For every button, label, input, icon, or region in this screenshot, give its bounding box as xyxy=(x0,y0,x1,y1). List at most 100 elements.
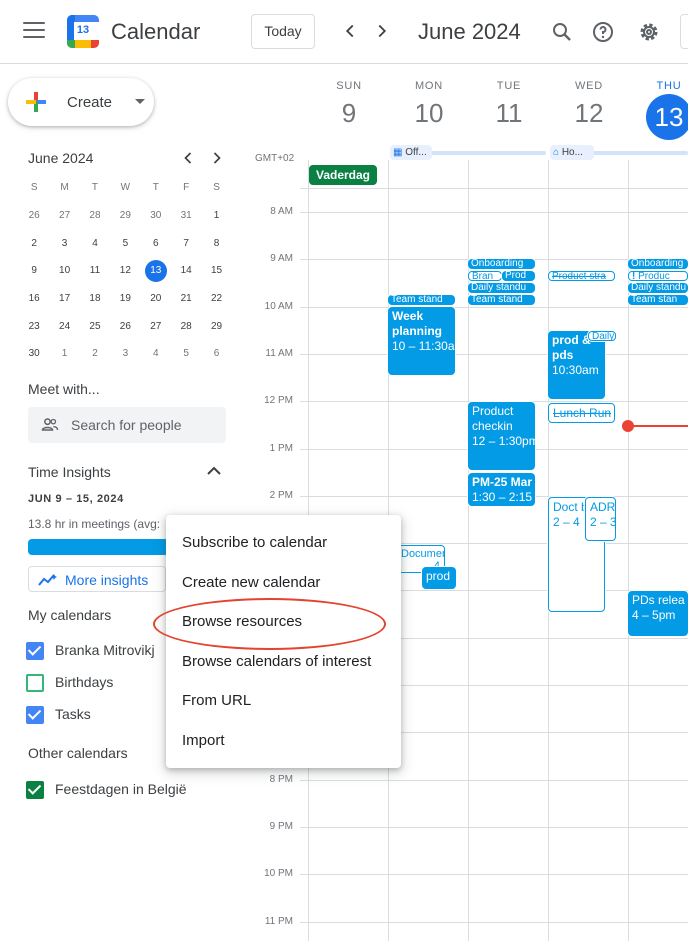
mini-calendar-day[interactable]: 10 xyxy=(49,257,79,285)
search-icon[interactable] xyxy=(550,20,574,44)
mini-calendar-day[interactable]: 5 xyxy=(171,340,201,368)
mini-calendar-day[interactable]: 27 xyxy=(49,202,79,230)
event-product-strategy[interactable]: Product stra xyxy=(548,271,615,281)
all-day-event-vaderdag[interactable]: Vaderdag xyxy=(309,165,377,185)
day-header-tue[interactable]: TUE 11 xyxy=(469,80,549,129)
event-lunch-run[interactable]: Lunch Run xyxy=(548,403,615,423)
mini-calendar-day[interactable]: 11 xyxy=(80,257,110,285)
mini-calendar-day[interactable]: 17 xyxy=(49,285,79,313)
next-period-icon[interactable] xyxy=(371,20,393,42)
create-button[interactable]: Create xyxy=(8,78,154,126)
mini-calendar-day[interactable]: 14 xyxy=(171,257,201,285)
mini-calendar-day[interactable]: 28 xyxy=(80,202,110,230)
mini-calendar-day[interactable]: 26 xyxy=(19,202,49,230)
previous-period-icon[interactable] xyxy=(339,20,361,42)
event-pds-release[interactable]: PDs relea 4 – 5pm xyxy=(628,591,688,636)
menu-item-subscribe[interactable]: Subscribe to calendar xyxy=(166,523,401,563)
more-insights-button[interactable]: More insights xyxy=(28,566,166,592)
mini-calendar-day[interactable]: 9 xyxy=(19,257,49,285)
menu-item-import[interactable]: Import xyxy=(166,721,401,761)
mini-calendar-day[interactable]: 25 xyxy=(80,312,110,340)
day-header-mon[interactable]: MON 10 xyxy=(389,80,469,129)
mini-calendar-day[interactable]: 27 xyxy=(141,312,171,340)
mini-calendar-day[interactable]: 22 xyxy=(201,285,231,313)
mini-calendar-day[interactable]: 6 xyxy=(141,229,171,257)
mini-calendar-day[interactable]: 30 xyxy=(19,340,49,368)
mini-calendar-day[interactable]: 24 xyxy=(49,312,79,340)
event-daily-standup-thu[interactable]: Daily standu xyxy=(628,283,688,293)
mini-calendar-day[interactable]: 4 xyxy=(80,229,110,257)
menu-item-create-new-calendar[interactable]: Create new calendar xyxy=(166,563,401,603)
mini-calendar-day[interactable]: 31 xyxy=(171,202,201,230)
checkbox-checked-icon[interactable] xyxy=(26,781,44,799)
event-onboarding-thu[interactable]: Onboarding xyxy=(628,259,688,269)
event-adr[interactable]: ADR 2 – 3 xyxy=(585,497,616,541)
checkbox-unchecked-icon[interactable] xyxy=(26,674,44,692)
mini-calendar-day[interactable]: 21 xyxy=(171,285,201,313)
event-daily-wed[interactable]: Daily xyxy=(588,331,616,341)
mini-calendar-day[interactable]: 3 xyxy=(110,340,140,368)
menu-item-from-url[interactable]: From URL xyxy=(166,681,401,721)
alert-icon: ! xyxy=(632,271,636,281)
today-button[interactable]: Today xyxy=(251,14,315,49)
calendar-item-tasks[interactable]: Tasks xyxy=(26,705,176,725)
mini-calendar-day[interactable]: 3 xyxy=(49,229,79,257)
mini-calendar-day[interactable]: 29 xyxy=(110,202,140,230)
calendar-item-feestdagen[interactable]: Feestdagen in België xyxy=(26,780,187,800)
mini-calendar-day[interactable]: 5 xyxy=(110,229,140,257)
mini-calendar-day[interactable]: 2 xyxy=(80,340,110,368)
calendar-item-birthdays[interactable]: Birthdays xyxy=(26,673,176,693)
mini-calendar-day[interactable]: 4 xyxy=(141,340,171,368)
mini-calendar-day[interactable]: 30 xyxy=(141,202,171,230)
mini-calendar-day[interactable]: 28 xyxy=(171,312,201,340)
mini-calendar-day[interactable]: 2 xyxy=(19,229,49,257)
all-day-chip-wed[interactable]: ⌂ Ho... xyxy=(550,145,594,160)
all-day-chip-mon[interactable]: ▦ Off... xyxy=(390,145,432,160)
menu-icon[interactable] xyxy=(23,22,45,40)
event-product-thu[interactable]: ! Produc xyxy=(628,271,688,281)
help-icon[interactable] xyxy=(591,20,615,44)
mini-calendar-day[interactable]: 1 xyxy=(201,202,231,230)
menu-item-browse-resources[interactable]: Browse resources xyxy=(166,602,401,642)
event-onboarding-tue[interactable]: Onboarding xyxy=(468,259,535,269)
event-team-standup-tue[interactable]: Team stand xyxy=(468,295,535,305)
menu-item-browse-interest[interactable]: Browse calendars of interest xyxy=(166,642,401,682)
time-insights-meetings: 13.8 hr in meetings (avg: xyxy=(28,517,161,531)
mini-previous-month-icon[interactable] xyxy=(178,148,198,168)
event-bran-tue[interactable]: Bran xyxy=(468,271,502,281)
mini-calendar-day[interactable]: 26 xyxy=(110,312,140,340)
mini-calendar-day[interactable]: 20 xyxy=(141,285,171,313)
mini-calendar-day[interactable]: 15 xyxy=(201,257,231,285)
mini-calendar-day[interactable]: 1 xyxy=(49,340,79,368)
day-header-thu[interactable]: THU 13 xyxy=(629,80,688,140)
mini-calendar-day[interactable]: 18 xyxy=(80,285,110,313)
event-product-checkin[interactable]: Product checkin 12 – 1:30pm xyxy=(468,402,535,470)
mini-next-month-icon[interactable] xyxy=(207,148,227,168)
checkbox-checked-icon[interactable] xyxy=(26,706,44,724)
mini-calendar-day[interactable]: 12 xyxy=(110,257,140,285)
event-prod-tue[interactable]: Prod xyxy=(502,271,535,281)
search-people-input[interactable]: Search for people xyxy=(28,407,226,443)
mini-calendar-day[interactable]: 13 xyxy=(141,257,171,285)
checkbox-checked-icon[interactable] xyxy=(26,642,44,660)
event-pm-25[interactable]: PM-25 Mar 1:30 – 2:15 xyxy=(468,473,535,506)
day-header-wed[interactable]: WED 12 xyxy=(549,80,629,129)
event-prod-pds[interactable]: prod & pds 10:30am xyxy=(548,331,605,399)
event-team-standup-mon[interactable]: Team stand xyxy=(388,295,455,305)
mini-calendar-day[interactable]: 16 xyxy=(19,285,49,313)
mini-calendar-day[interactable]: 8 xyxy=(201,229,231,257)
mini-calendar-day[interactable]: 29 xyxy=(201,312,231,340)
mini-calendar-day[interactable]: 7 xyxy=(171,229,201,257)
mini-calendar-day[interactable]: 23 xyxy=(19,312,49,340)
header-edge-button[interactable] xyxy=(680,14,688,49)
event-daily-standup-tue[interactable]: Daily standu xyxy=(468,283,535,293)
calendar-item-branka[interactable]: Branka Mitrovikj xyxy=(26,641,176,661)
chevron-up-icon[interactable] xyxy=(205,464,223,478)
event-prod-mon[interactable]: prod xyxy=(422,567,456,589)
mini-calendar-day[interactable]: 6 xyxy=(201,340,231,368)
event-team-standup-thu[interactable]: Team stan xyxy=(628,295,688,305)
event-week-planning[interactable]: Week planning 10 – 11:30a xyxy=(388,307,455,375)
mini-calendar-day[interactable]: 19 xyxy=(110,285,140,313)
settings-icon[interactable] xyxy=(637,20,661,44)
day-header-sun[interactable]: SUN 9 xyxy=(309,80,389,129)
